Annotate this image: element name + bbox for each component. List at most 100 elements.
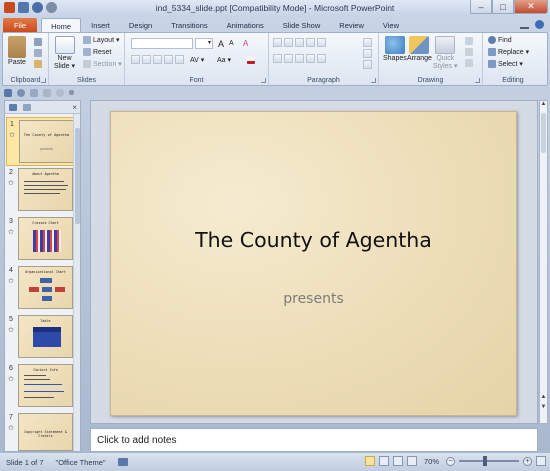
- vertical-scrollbar[interactable]: ▲ ▲ ▼: [539, 100, 548, 424]
- reading-view-icon[interactable]: [392, 456, 403, 466]
- tab-home[interactable]: Home: [41, 18, 82, 33]
- font-color-icon[interactable]: [247, 56, 255, 64]
- slide-title[interactable]: The County of Agentha: [111, 228, 516, 252]
- italic-icon[interactable]: [142, 55, 151, 64]
- notes-pane[interactable]: Click to add notes: [90, 428, 538, 452]
- replace-button[interactable]: Replace ▾: [488, 48, 529, 56]
- zoom-out-button[interactable]: −: [446, 456, 455, 466]
- quick-styles-button[interactable]: Quick Styles ▾: [433, 36, 458, 71]
- previous-slide-icon[interactable]: ▲: [540, 394, 547, 403]
- minimize-button[interactable]: –: [470, 0, 492, 14]
- tab-transitions[interactable]: Transitions: [162, 18, 216, 33]
- zoom-level[interactable]: 70%: [424, 457, 439, 466]
- font-size-box[interactable]: ▾: [195, 38, 213, 49]
- zoom-slider[interactable]: [459, 456, 519, 466]
- copy-icon[interactable]: [34, 49, 42, 57]
- clear-formatting-button[interactable]: A: [243, 39, 248, 48]
- panel-scroll-thumb[interactable]: [75, 128, 80, 224]
- slide-sorter-view-icon[interactable]: [378, 456, 389, 466]
- minimize-ribbon-icon[interactable]: [520, 20, 529, 29]
- slide-thumbnail[interactable]: 1 ✩ The County of Agentha presents: [6, 117, 78, 166]
- underline-icon[interactable]: [153, 55, 162, 64]
- arrange-button[interactable]: Arrange: [407, 36, 432, 63]
- increase-indent-icon[interactable]: [306, 38, 315, 47]
- slide-thumbnail[interactable]: 2 ✩ About Agentha: [6, 166, 78, 215]
- slide-canvas[interactable]: The County of Agentha presents: [110, 111, 517, 416]
- font-name-box[interactable]: [131, 38, 193, 49]
- tab-animations[interactable]: Animations: [218, 18, 273, 33]
- font-launcher-icon[interactable]: [261, 78, 266, 83]
- paragraph-launcher-icon[interactable]: [371, 78, 376, 83]
- slide-show-view-icon[interactable]: [406, 456, 417, 466]
- undo-icon[interactable]: [17, 88, 25, 97]
- paste-button[interactable]: Paste: [8, 36, 26, 67]
- maximize-button[interactable]: □: [492, 0, 514, 14]
- change-case-button[interactable]: Aa ▾: [217, 56, 231, 64]
- panel-splitter[interactable]: [83, 100, 89, 452]
- clipboard-launcher-icon[interactable]: [41, 78, 46, 83]
- character-spacing-button[interactable]: AV ▾: [190, 56, 204, 64]
- tab-view[interactable]: View: [374, 18, 408, 33]
- outline-tab-icon[interactable]: [23, 103, 31, 111]
- help-icon[interactable]: [535, 20, 544, 29]
- close-panel-button[interactable]: ×: [72, 103, 77, 112]
- close-button[interactable]: ✕: [514, 0, 548, 14]
- notes-placeholder[interactable]: Click to add notes: [97, 435, 177, 446]
- shape-effects-icon[interactable]: [465, 59, 473, 67]
- cut-icon[interactable]: [34, 38, 42, 46]
- columns-icon[interactable]: [317, 54, 326, 63]
- align-left-icon[interactable]: [273, 54, 282, 63]
- spellcheck-icon[interactable]: [117, 458, 128, 466]
- outline-icon[interactable]: [43, 88, 51, 97]
- slide-thumbnail[interactable]: 4 ✩ Organizational Chart: [6, 264, 78, 313]
- select-button[interactable]: Select ▾: [488, 60, 523, 68]
- justify-icon[interactable]: [306, 54, 315, 63]
- smartart-icon[interactable]: [363, 60, 372, 69]
- grow-font-button[interactable]: A: [218, 39, 224, 49]
- align-text-icon[interactable]: [363, 49, 372, 58]
- panel-scrollbar[interactable]: [73, 114, 80, 451]
- dropdown-icon[interactable]: [69, 90, 74, 95]
- shapes-button[interactable]: Shapes: [383, 36, 407, 63]
- tab-insert[interactable]: Insert: [82, 18, 119, 33]
- tab-design[interactable]: Design: [120, 18, 161, 33]
- bold-icon[interactable]: [131, 55, 140, 64]
- shrink-font-button[interactable]: A: [229, 40, 234, 47]
- align-center-icon[interactable]: [284, 54, 293, 63]
- layout-button[interactable]: Layout ▾: [83, 36, 119, 44]
- slide-subtitle[interactable]: presents: [111, 291, 516, 307]
- slide-thumbnail[interactable]: 6 ✩ Contact Info: [6, 362, 78, 411]
- slide-thumbnail[interactable]: 3 ✩ Crosses Chart: [6, 215, 78, 264]
- text-direction-icon[interactable]: [363, 38, 372, 47]
- slides-tab-icon[interactable]: [9, 103, 17, 111]
- bullets-icon[interactable]: [273, 38, 282, 47]
- fit-to-window-icon[interactable]: [536, 456, 546, 466]
- zoom-slider-knob[interactable]: [483, 456, 487, 466]
- scroll-thumb[interactable]: [541, 113, 546, 153]
- slide-thumbnail[interactable]: 5 ✩ Table: [6, 313, 78, 362]
- shapes-icon[interactable]: [30, 88, 38, 97]
- section-button[interactable]: Section ▾: [83, 60, 122, 68]
- normal-view-icon[interactable]: [364, 456, 375, 466]
- circle-icon[interactable]: [56, 88, 64, 97]
- numbering-icon[interactable]: [284, 38, 293, 47]
- line-spacing-icon[interactable]: [317, 38, 326, 47]
- scroll-up-icon[interactable]: ▲: [540, 101, 547, 110]
- format-painter-icon[interactable]: [34, 60, 42, 68]
- new-slide-button[interactable]: New Slide ▾: [54, 36, 75, 71]
- save-icon[interactable]: [4, 88, 12, 97]
- tab-file[interactable]: File: [3, 18, 38, 33]
- find-button[interactable]: Find: [488, 36, 512, 44]
- next-slide-icon[interactable]: ▼: [540, 404, 547, 413]
- zoom-in-button[interactable]: +: [523, 456, 532, 466]
- tab-slide-show[interactable]: Slide Show: [274, 18, 330, 33]
- shadow-icon[interactable]: [175, 55, 184, 64]
- shape-fill-icon[interactable]: [465, 37, 473, 45]
- strikethrough-icon[interactable]: [164, 55, 173, 64]
- reset-button[interactable]: Reset: [83, 48, 111, 56]
- decrease-indent-icon[interactable]: [295, 38, 304, 47]
- drawing-launcher-icon[interactable]: [475, 78, 480, 83]
- align-right-icon[interactable]: [295, 54, 304, 63]
- tab-review[interactable]: Review: [330, 18, 373, 33]
- shape-outline-icon[interactable]: [465, 48, 473, 56]
